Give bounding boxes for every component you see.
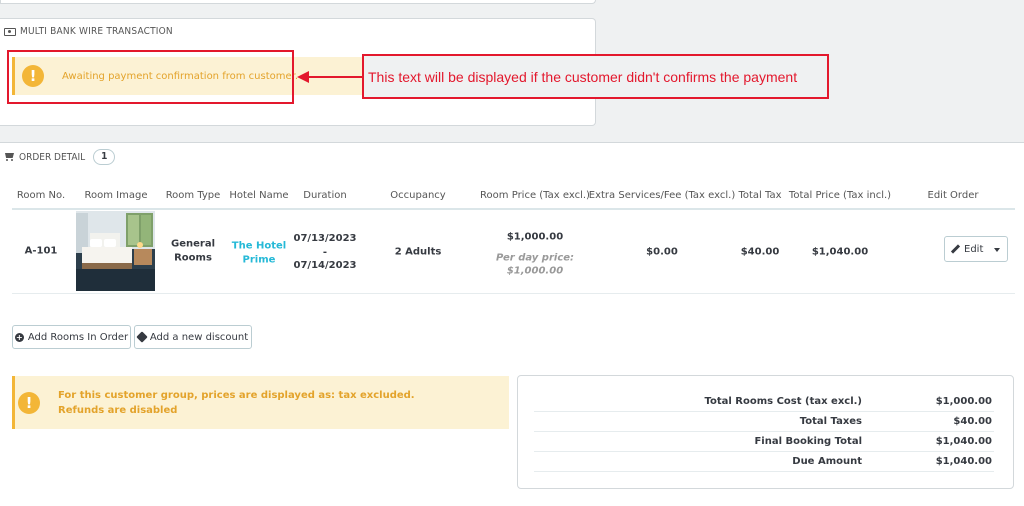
- payment-heading-text: Multi Bank Wire Transaction: [20, 26, 173, 37]
- table-row-divider: [12, 293, 1015, 294]
- exclamation-icon: !: [18, 391, 40, 414]
- tax-notice-alert: ! For this customer group, prices are di…: [12, 376, 509, 429]
- totals-row-final-booking: Final Booking Total $1,040.00: [534, 432, 994, 452]
- hotel-name-link[interactable]: The Hotel Prime: [232, 240, 286, 267]
- room-photo-illustration: [76, 211, 155, 291]
- top-panel-edge: [0, 0, 596, 4]
- col-occupancy: Occupancy: [390, 190, 446, 201]
- add-discount-button[interactable]: Add a new discount: [134, 325, 252, 349]
- totals-row-rooms-cost: Total Rooms Cost (tax excl.) $1,000.00: [534, 392, 994, 412]
- duration-cell: 07/13/2023 - 07/14/2023: [294, 232, 357, 273]
- money-icon: [4, 27, 16, 36]
- totals-value: $1,040.00: [935, 436, 992, 447]
- tax-notice-line2: Refunds are disabled: [58, 404, 178, 416]
- plus-circle-icon: +: [14, 332, 24, 342]
- order-table-header: Room No. Room Image Room Type Hotel Name…: [0, 190, 1024, 204]
- totals-label: Total Rooms Cost (tax excl.): [704, 396, 862, 407]
- totals-value: $1,040.00: [935, 456, 992, 467]
- totals-row-taxes: Total Taxes $40.00: [534, 412, 994, 432]
- col-extra-services: Extra Services/Fee (Tax excl.): [588, 190, 736, 201]
- totals-value: $40.00: [953, 416, 992, 427]
- pencil-icon: [951, 245, 960, 254]
- chevron-down-icon[interactable]: [994, 248, 1000, 252]
- col-room-no: Room No.: [16, 190, 66, 201]
- room-price: $1,000.00: [506, 231, 564, 243]
- table-row: A-101 General Rooms The Hotel Prime 07/1…: [0, 210, 1024, 295]
- hotel-name-line1: The Hotel: [231, 240, 287, 252]
- annotation-text: This text will be displayed if the custo…: [368, 68, 798, 85]
- tax-notice-line1: For this customer group, prices are disp…: [58, 389, 415, 401]
- annotation-arrow-line: [308, 76, 362, 78]
- total-tax: $40.00: [740, 246, 780, 258]
- annotation-callout: This text will be displayed if the custo…: [362, 54, 829, 99]
- hotel-name-line2: Prime: [242, 254, 276, 265]
- room-number: A-101: [24, 245, 58, 257]
- add-discount-label: Add a new discount: [149, 331, 249, 343]
- annotation-arrow-icon: [297, 71, 309, 83]
- order-detail-heading-text: Order Detail: [19, 151, 86, 163]
- totals-label: Total Taxes: [799, 416, 862, 427]
- extra-fee: $0.00: [646, 246, 678, 258]
- col-edit-order: Edit Order: [927, 190, 979, 201]
- date-from: 07/13/2023: [293, 232, 357, 244]
- date-to: 07/14/2023: [293, 259, 357, 271]
- annotation-highlight-box: [7, 50, 294, 104]
- col-total-tax: Total Tax: [738, 190, 782, 201]
- shopping-cart-icon: [4, 153, 15, 161]
- totals-label: Final Booking Total: [754, 436, 862, 447]
- add-rooms-button[interactable]: + Add Rooms In Order: [12, 325, 131, 349]
- payment-panel-heading: Multi Bank Wire Transaction: [4, 26, 173, 37]
- col-room-price: Room Price (Tax excl.): [480, 190, 590, 201]
- room-type-line2: Rooms: [174, 252, 212, 263]
- occupancy: 2 Adults: [394, 246, 442, 258]
- order-count-badge: 1: [93, 149, 116, 165]
- per-day-price-label: Per day price:: [495, 251, 575, 263]
- totals-row-due-amount: Due Amount $1,040.00: [534, 452, 994, 472]
- room-type-line1: General: [171, 238, 215, 250]
- per-day-price-value: $1,000.00: [506, 265, 564, 277]
- total-price: $1,040.00: [811, 246, 869, 258]
- col-total-price: Total Price (Tax incl.): [788, 190, 892, 201]
- col-duration: Duration: [303, 190, 347, 201]
- tax-notice-text: For this customer group, prices are disp…: [58, 388, 415, 418]
- col-hotel-name: Hotel Name: [229, 190, 289, 201]
- room-type-cell: General Rooms: [171, 238, 215, 265]
- col-room-image: Room Image: [84, 190, 148, 201]
- date-separator: -: [322, 246, 328, 258]
- edit-order-button[interactable]: Edit: [944, 236, 1008, 262]
- col-room-type: Room Type: [165, 190, 221, 201]
- add-rooms-label: Add Rooms In Order: [27, 331, 129, 343]
- totals-label: Due Amount: [792, 456, 862, 467]
- tag-icon: [136, 331, 148, 343]
- room-image[interactable]: [76, 211, 155, 291]
- order-detail-heading: Order Detail 1: [4, 149, 116, 165]
- order-totals-panel: Total Rooms Cost (tax excl.) $1,000.00 T…: [517, 375, 1014, 489]
- room-price-cell: $1,000.00 Per day price: $1,000.00: [496, 230, 574, 278]
- edit-label: Edit: [964, 243, 984, 255]
- order-detail-panel: Order Detail 1 Room No. Room Image Room …: [0, 142, 1024, 506]
- totals-value: $1,000.00: [935, 396, 992, 407]
